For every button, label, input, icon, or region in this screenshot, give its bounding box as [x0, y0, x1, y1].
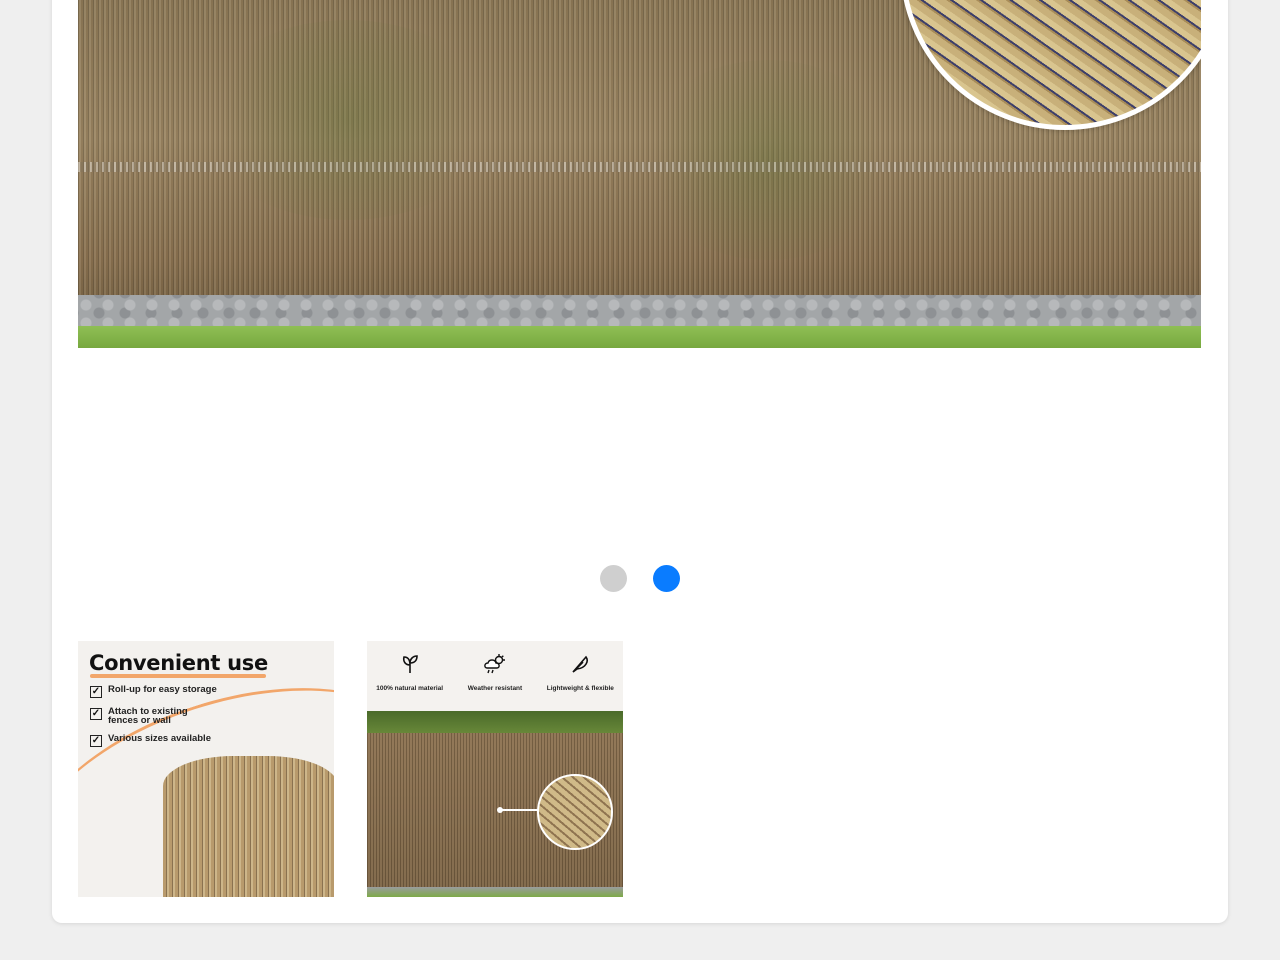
checkbox-icon: ✓: [90, 708, 102, 720]
list-item: ✓ Attach to existing fences or wall: [90, 707, 218, 725]
ground-strip: [367, 887, 623, 897]
detail-zoom-circle: [900, 0, 1201, 130]
fence-wire: [78, 162, 1201, 172]
tree-line: [367, 711, 623, 735]
feature-lightweight: Lightweight & flexible: [545, 653, 615, 692]
carousel-pagination: [0, 565, 1280, 593]
feather-icon: [545, 653, 615, 680]
rolled-fence-image: [163, 756, 334, 897]
list-item: ✓ Roll-up for easy storage: [90, 685, 218, 698]
leaf-icon: [375, 653, 445, 680]
feature-text: Attach to existing fences or wall: [108, 706, 188, 726]
list-item: ✓ Various sizes available: [90, 734, 218, 747]
feature-weather: Weather resistant: [460, 653, 530, 692]
feature-icons-row: 100% natural material Weather resistant …: [367, 641, 623, 711]
checkbox-icon: ✓: [90, 686, 102, 698]
weather-icon: [460, 653, 530, 680]
feature-text: Various sizes available: [108, 733, 211, 744]
feature-natural: 100% natural material: [375, 653, 445, 692]
foliage-shadow: [198, 20, 498, 220]
thumbnail-features[interactable]: 100% natural material Weather resistant …: [367, 641, 623, 897]
thumbnail-convenient-use[interactable]: Convenient use ✓ Roll-up for easy storag…: [78, 641, 334, 897]
feature-list: ✓ Roll-up for easy storage ✓ Attach to e…: [90, 685, 218, 756]
carousel-dot-1[interactable]: [600, 565, 627, 592]
feature-label: Lightweight & flexible: [546, 685, 614, 692]
feature-label: 100% natural material: [376, 685, 444, 692]
main-product-image[interactable]: [78, 0, 1201, 348]
feature-text: Roll-up for easy storage: [108, 684, 217, 695]
detail-zoom-circle: [537, 774, 613, 850]
thumbnail-title: Convenient use: [89, 651, 268, 675]
checkbox-icon: ✓: [90, 735, 102, 747]
grass-strip: [78, 326, 1201, 348]
carousel-dot-2[interactable]: [653, 565, 680, 592]
zoom-pointer: [497, 807, 538, 813]
feature-label: Weather resistant: [467, 685, 523, 692]
foliage-shadow: [638, 60, 898, 260]
title-underline: [90, 674, 266, 678]
gravel-border: [78, 295, 1201, 330]
